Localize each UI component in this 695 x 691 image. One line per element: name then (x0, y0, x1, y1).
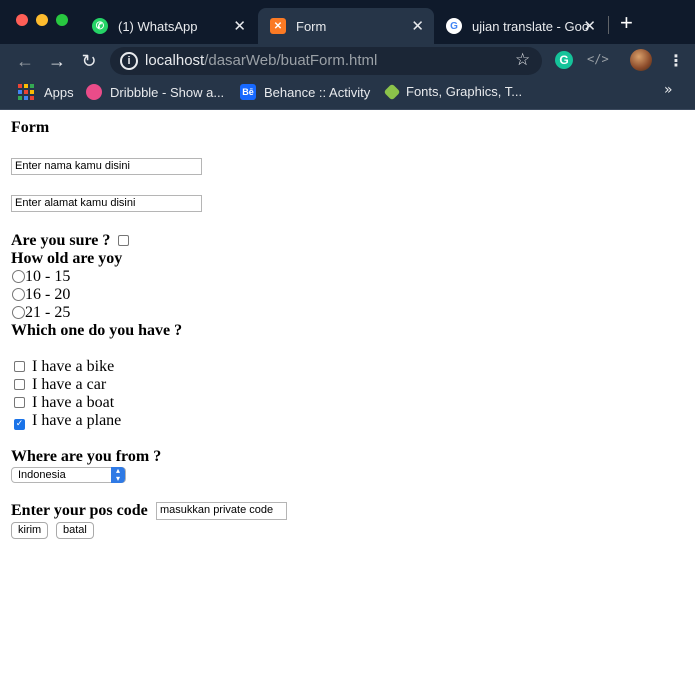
age-radio[interactable] (12, 288, 25, 301)
tab-whatsapp[interactable]: ✆ (1) WhatsApp ✕ (80, 8, 256, 44)
xampp-icon: ✕ (270, 18, 286, 34)
apps-grid-icon (18, 84, 34, 100)
close-tab-icon[interactable]: ✕ (233, 17, 246, 35)
vehicle-checkbox-checked[interactable]: ✓ (14, 419, 25, 430)
whatsapp-icon: ✆ (92, 18, 108, 34)
bookmark-apps[interactable]: Apps (18, 84, 74, 100)
google-icon: G (446, 18, 462, 34)
zoom-window-button[interactable] (56, 14, 68, 26)
page-title: Form (11, 119, 50, 136)
bookmark-dribbble[interactable]: Dribbble - Show a... (86, 84, 224, 100)
tag-icon (383, 83, 401, 100)
select-arrows-icon: ▴ ▾ (111, 467, 125, 483)
age-option-label: 21 - 25 (25, 304, 71, 321)
vehicle-option-bike[interactable]: I have a bike (14, 358, 114, 376)
close-tab-icon[interactable]: ✕ (411, 17, 424, 35)
age-option[interactable]: 16 - 20 (12, 286, 70, 304)
more-menu-icon[interactable]: ⋮ (668, 50, 684, 72)
tab-separator (608, 16, 609, 34)
reload-icon[interactable]: ↻ (78, 50, 100, 72)
minimize-window-button[interactable] (36, 14, 48, 26)
new-tab-icon[interactable]: + (620, 12, 633, 34)
tab-form[interactable]: ✕ Form ✕ (258, 8, 434, 44)
bookmark-label: Behance :: Activity (264, 84, 371, 100)
url-text[interactable]: localhost/dasarWeb/buatForm.html (145, 52, 377, 69)
bookmark-label: Fonts, Graphics, T... (406, 84, 523, 99)
behance-icon: Bē (240, 84, 256, 100)
age-option-label: 16 - 20 (25, 286, 71, 303)
close-tab-icon[interactable]: ✕ (583, 17, 596, 35)
address-placeholder: Enter alamat kamu disini (15, 197, 136, 209)
sure-question: Are you sure ? (11, 232, 130, 250)
info-icon[interactable]: i (120, 52, 138, 70)
age-option-label: 10 - 15 (25, 268, 71, 285)
vehicle-checkbox[interactable] (14, 397, 25, 408)
age-radio[interactable] (12, 306, 25, 319)
sure-checkbox[interactable] (118, 235, 130, 246)
cancel-button[interactable]: batal (56, 522, 94, 539)
dribbble-icon (86, 84, 102, 100)
bookmark-label: Apps (44, 84, 74, 100)
vehicle-label: I have a bike (32, 358, 115, 375)
pos-code-input[interactable]: masukkan private code (156, 502, 287, 520)
grammarly-icon[interactable]: G (555, 51, 573, 69)
vehicle-option-boat[interactable]: I have a boat (14, 394, 114, 412)
age-option[interactable]: 10 - 15 (12, 268, 70, 286)
pos-code-label: Enter your pos code (11, 502, 148, 519)
vehicle-option-plane[interactable]: ✓ I have a plane (14, 412, 121, 430)
age-radio[interactable] (12, 270, 25, 283)
vehicle-checkbox[interactable] (14, 379, 25, 390)
vehicle-heading: Which one do you have ? (11, 322, 183, 339)
vehicle-checkbox[interactable] (14, 361, 25, 372)
bookmark-fonts[interactable]: Fonts, Graphics, T... (383, 83, 523, 100)
pos-code-placeholder: masukkan private code (160, 504, 274, 516)
vehicle-label: I have a plane (32, 412, 122, 429)
address-input[interactable]: Enter alamat kamu disini (11, 195, 202, 212)
age-heading: How old are yoy (11, 250, 123, 267)
bookmarks-overflow-icon[interactable]: » (664, 82, 673, 98)
url-host: localhost (145, 52, 205, 69)
bookmark-label: Dribbble - Show a... (110, 84, 225, 100)
submit-button[interactable]: kirim (11, 522, 49, 539)
name-placeholder: Enter nama kamu disini (15, 160, 130, 172)
vehicle-label: I have a car (32, 376, 107, 393)
bookmark-behance[interactable]: Bē Behance :: Activity (240, 84, 370, 100)
code-extension-icon[interactable]: </> (587, 52, 609, 66)
country-selected: Indonesia (18, 469, 66, 481)
vehicle-option-car[interactable]: I have a car (14, 376, 106, 394)
sure-label: Are you sure ? (11, 232, 111, 249)
url-path: /dasarWeb/buatForm.html (204, 52, 378, 69)
forward-icon[interactable]: → (46, 50, 68, 72)
back-icon[interactable]: ← (14, 50, 36, 72)
vehicle-label: I have a boat (32, 394, 115, 411)
from-heading: Where are you from ? (11, 448, 162, 465)
age-option[interactable]: 21 - 25 (12, 304, 70, 322)
name-input[interactable]: Enter nama kamu disini (11, 158, 202, 175)
bookmark-star-icon[interactable]: ☆ (515, 50, 530, 70)
country-select[interactable]: Indonesia ▴ ▾ (11, 467, 126, 483)
profile-avatar[interactable] (630, 49, 652, 71)
tab-ujian-translate[interactable]: G ujian translate - Goo ✕ (434, 8, 606, 44)
close-window-button[interactable] (16, 14, 28, 26)
